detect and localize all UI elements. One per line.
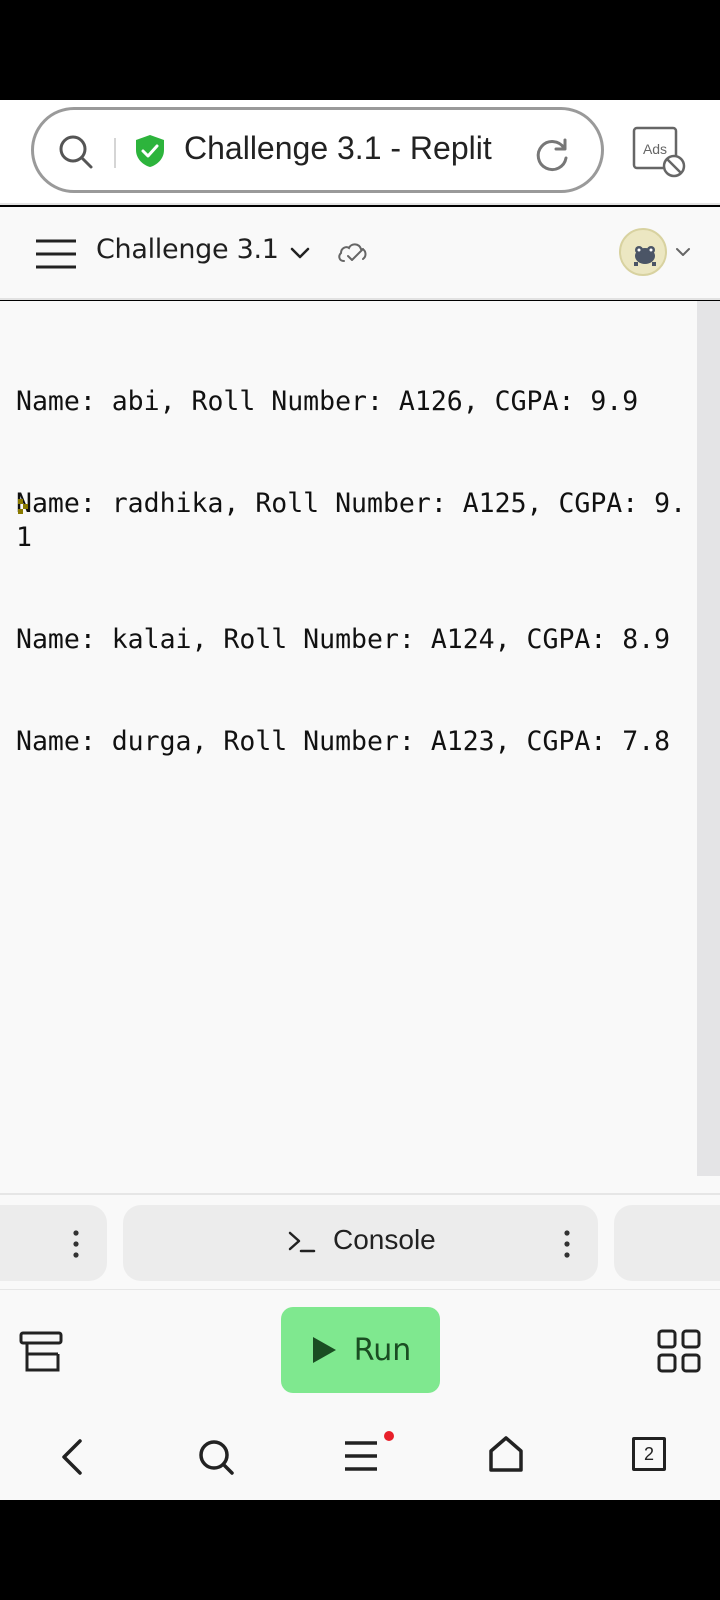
address-divider: [114, 138, 116, 168]
tab-count: 2: [643, 1443, 654, 1464]
chevron-down-icon[interactable]: [288, 241, 312, 265]
ads-label: Ads: [643, 141, 667, 157]
project-name[interactable]: Challenge 3.1: [96, 234, 279, 265]
ad-block-icon[interactable]: Ads: [632, 126, 692, 178]
prompt-caret-icon: [18, 499, 28, 514]
cloud-check-icon[interactable]: [336, 239, 368, 267]
chevron-down-icon[interactable]: [674, 243, 692, 261]
app-header: Challenge 3.1: [0, 207, 720, 300]
play-icon: [312, 1337, 336, 1363]
bottom-toolbar: Run: [0, 1289, 720, 1405]
scrollbar[interactable]: [697, 301, 720, 1176]
tab-previous[interactable]: [0, 1205, 107, 1281]
shield-check-icon[interactable]: [134, 134, 166, 168]
console-tab-label: Console: [333, 1224, 436, 1255]
output-line: Name: abi, Roll Number: A126, CGPA: 9.9: [16, 386, 639, 417]
tab-next[interactable]: [614, 1205, 720, 1281]
tab-switcher-button[interactable]: 2: [632, 1437, 666, 1471]
database-icon[interactable]: [18, 1330, 64, 1374]
browser-toolbar: Challenge 3.1 - Replit Ads: [0, 100, 720, 205]
output-line: Name: durga, Roll Number: A123, CGPA: 7.…: [16, 726, 671, 757]
console-output: Name: abi, Roll Number: A126, CGPA: 9.9 …: [16, 317, 692, 827]
more-options-icon[interactable]: [72, 1229, 80, 1259]
output-line: Name: kalai, Roll Number: A124, CGPA: 8.…: [16, 624, 671, 655]
bottom-bezel: [0, 1500, 720, 1600]
panel-tabs: Console: [0, 1193, 720, 1289]
home-icon[interactable]: [488, 1435, 524, 1473]
page-title[interactable]: Challenge 3.1 - Replit: [184, 130, 492, 167]
search-icon[interactable]: [197, 1438, 235, 1476]
reload-icon[interactable]: [532, 134, 572, 174]
more-options-icon[interactable]: [563, 1229, 571, 1259]
tab-console[interactable]: Console: [123, 1205, 598, 1281]
menu-icon[interactable]: [34, 237, 78, 271]
grid-icon[interactable]: [656, 1328, 702, 1374]
notification-dot: [384, 1431, 394, 1441]
run-label: Run: [353, 1332, 412, 1368]
output-line: Name: radhika, Roll Number: A125, CGPA: …: [16, 488, 687, 553]
avatar-image: [634, 246, 656, 266]
run-button[interactable]: Run: [281, 1307, 440, 1393]
terminal-icon: [288, 1231, 316, 1253]
status-bar-area: [0, 0, 720, 100]
avatar[interactable]: [619, 228, 667, 276]
system-nav-bar: 2: [0, 1405, 720, 1500]
address-bar[interactable]: Challenge 3.1 - Replit: [31, 107, 604, 193]
search-icon[interactable]: [56, 132, 96, 172]
console-output-panel[interactable]: Name: abi, Roll Number: A126, CGPA: 9.9 …: [0, 301, 720, 1193]
tabs-menu-icon[interactable]: [343, 1439, 379, 1473]
back-icon[interactable]: [56, 1437, 88, 1477]
